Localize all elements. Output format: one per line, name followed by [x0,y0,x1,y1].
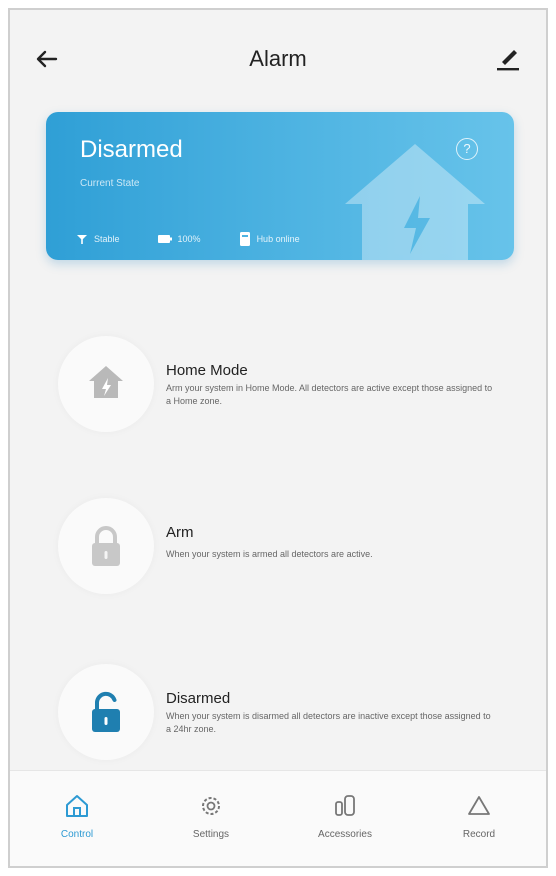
status-item-signal: Stable [76,234,120,244]
status-item-label: 100% [177,234,201,244]
lock-open-icon [92,691,120,732]
mode-icon-circle [58,498,154,594]
bottom-nav: Control Settings Accessories Record [10,770,546,866]
nav-label: Accessories [318,829,372,840]
header: Alarm [10,10,546,102]
status-subtitle: Current State [80,178,140,189]
gear-icon [202,797,220,815]
mode-description: When your system is disarmed all detecto… [166,711,491,734]
status-item-battery: 100% [157,234,201,244]
battery-icon [157,235,172,243]
nav-item-settings[interactable]: Settings [156,793,266,840]
mode-icon-circle [58,336,154,432]
status-item-label: Stable [94,234,120,244]
status-info-row: Stable 100% Hub online [76,232,300,246]
edit-button[interactable] [492,42,524,74]
nav-label: Record [462,829,496,840]
lock-closed-icon [92,526,120,566]
help-icon[interactable]: ? [456,138,478,160]
status-item-label: Hub online [256,234,300,244]
signal-icon [77,235,87,244]
mode-icon-circle [58,664,154,760]
mode-row-home[interactable]: Home Mode Arm your system in Home Mode. … [46,336,506,446]
mode-row-arm[interactable]: Arm When your system is armed all detect… [46,498,506,608]
status-card: Disarmed Current State ? Stable 100% Hub [46,112,514,260]
nav-label: Control [60,829,94,840]
accessories-icon [335,795,355,816]
nav-item-record[interactable]: Record [424,793,534,840]
mode-description: When your system is armed all detectors … [166,549,373,559]
home-icon [66,795,88,817]
nav-item-accessories[interactable]: Accessories [290,793,400,840]
home-mode-icon [89,366,123,398]
status-item-device: Hub online [239,232,300,246]
mode-title: Arm [166,524,194,541]
alert-icon [468,796,490,815]
mode-row-disarmed[interactable]: Disarmed When your system is disarmed al… [46,664,506,774]
page-title: Alarm [249,46,307,71]
nav-label: Settings [192,829,230,840]
mode-title: Home Mode [166,362,248,379]
mode-title: Disarmed [166,690,231,707]
app-frame: Alarm Disarmed Current State ? Stable 10… [8,8,548,868]
pencil-icon [497,50,519,71]
nav-item-control[interactable]: Control [22,793,132,840]
status-title: Disarmed [80,136,183,163]
mode-description: Arm your system in Home Mode. All detect… [166,383,493,406]
device-icon [239,232,250,246]
